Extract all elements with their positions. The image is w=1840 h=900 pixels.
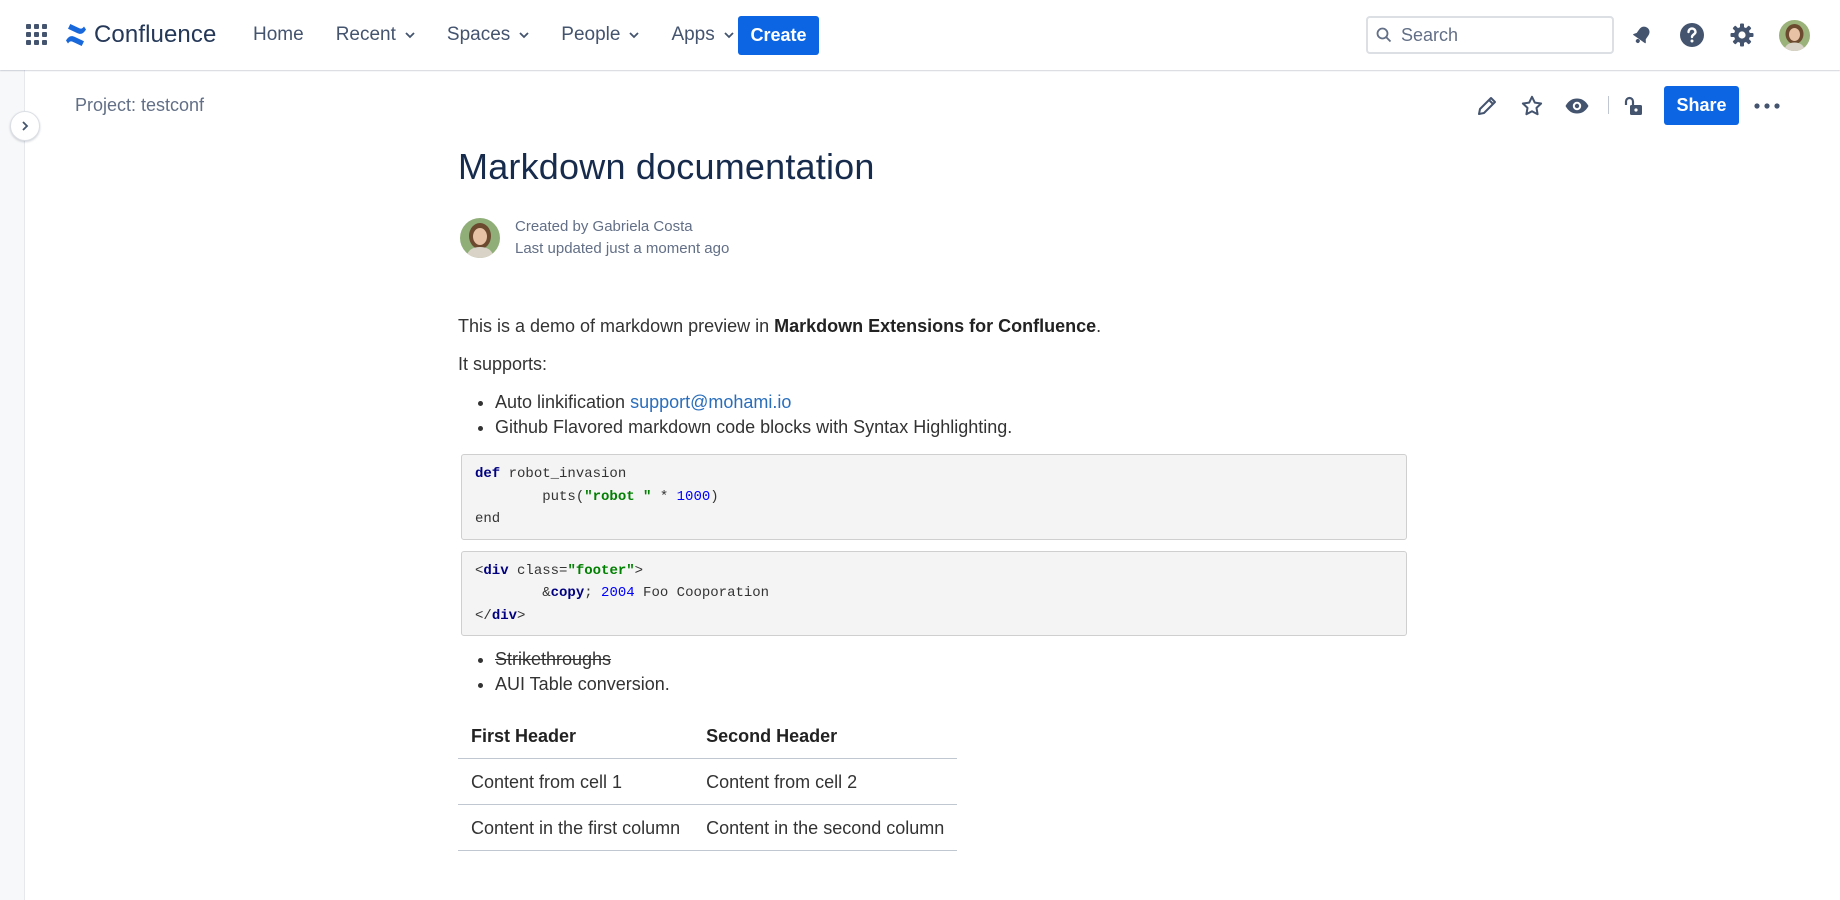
last-updated[interactable]: Last updated just a moment ago [515,238,729,260]
help-icon[interactable] [1678,21,1706,49]
content-table: First Header Second Header Content from … [458,715,958,851]
code-text: & [475,585,551,601]
list-item: Github Flavored markdown code blocks wit… [495,415,1408,440]
code-text: * [651,488,677,505]
code-text: ; [584,585,602,601]
search-icon [1376,27,1392,43]
code-text: Foo Cooporation [634,585,770,601]
created-by-prefix: Created by [515,218,593,235]
chevron-right-icon [22,121,29,131]
byline-meta: Created by Gabriela Costa Last updated j… [515,216,729,260]
expand-sidebar-button[interactable] [10,111,40,141]
logo-text: Confluence [94,21,217,48]
search-box[interactable] [1366,16,1614,54]
nav-home[interactable]: Home [253,24,304,46]
nav-people-label: People [561,24,621,45]
table-cell: Content from cell 1 [458,758,694,805]
settings-icon[interactable] [1728,21,1756,49]
email-link[interactable]: support@mohami.io [630,392,791,412]
table-header-row: First Header Second Header [458,715,958,759]
created-by: Created by Gabriela Costa [515,216,729,238]
code-text: robot_invasion [500,466,627,482]
top-navigation: Confluence Home Recent Spaces People App… [0,0,1840,70]
strikethrough-text: Strikethroughs [495,649,612,669]
code-number: 2004 [601,585,635,601]
chevron-down-icon [629,32,640,39]
confluence-logo[interactable]: Confluence [64,20,216,50]
intro-end: . [1096,316,1102,336]
list-item: Strikethroughs [495,647,1408,672]
table-row: Content in the first column Content in t… [458,804,958,851]
feature-list-2: Strikethroughs AUI Table conversion. [495,647,1408,697]
star-icon[interactable] [1518,92,1546,120]
create-button[interactable]: Create [738,16,819,55]
intro-paragraph: This is a demo of markdown preview in Ma… [458,314,1408,338]
code-text: </ [475,607,492,624]
table-header: First Header [458,715,694,759]
supports-label: It supports: [458,354,548,374]
nav-recent[interactable]: Recent [336,24,415,46]
chevron-down-icon [724,32,734,39]
code-block-html: <div class="footer"> &copy; 2004 Foo Coo… [461,550,1407,636]
restrictions-icon[interactable] [1620,92,1648,120]
breadcrumb[interactable]: Project: testconf [75,95,204,116]
primary-nav: Home Recent Spaces People Apps [253,18,766,52]
page-body: This is a demo of markdown preview in Ma… [458,314,1408,851]
code-keyword: copy [550,585,585,601]
table-row: Content from cell 1 Content from cell 2 [458,758,958,805]
watch-icon[interactable] [1563,92,1591,120]
code-text: end [475,511,501,527]
page-byline: Created by Gabriela Costa Last updated j… [458,216,1408,264]
nav-apps[interactable]: Apps [671,24,734,46]
list-item: AUI Table conversion. [495,672,1408,697]
chevron-down-icon [405,32,415,39]
edit-icon[interactable] [1473,92,1501,120]
code-text: class= [508,562,568,579]
divider [1608,96,1609,114]
intro-text: This is a demo of markdown preview in [458,316,775,336]
code-keyword: def [475,466,501,482]
code-text: ) [710,488,719,505]
profile-avatar[interactable] [1779,20,1810,51]
intro-bold: Markdown Extensions for Confluence [774,316,1097,336]
share-button[interactable]: Share [1664,86,1739,125]
nav-home-label: Home [253,24,304,45]
table-cell: Content in the second column [693,804,958,851]
chevron-down-icon [519,32,529,39]
author-link[interactable]: Gabriela Costa [593,218,693,235]
feature-list: Auto linkification support@mohami.io Git… [495,390,1408,440]
notifications-icon[interactable] [1628,21,1656,49]
list-item-text: Auto linkification [495,392,631,412]
nav-recent-label: Recent [335,24,396,45]
confluence-logo-icon [66,24,86,46]
app-switcher-icon[interactable] [26,24,48,46]
code-keyword: div [483,562,509,579]
table-cell: Content from cell 2 [693,758,958,805]
page-content: Markdown documentation Created by Gabrie… [458,140,1408,851]
list-item: Auto linkification support@mohami.io [495,390,1408,415]
code-string: "robot " [584,488,652,505]
nav-spaces-label: Spaces [446,24,511,45]
sidebar-collapsed [0,70,25,900]
nav-spaces[interactable]: Spaces [447,24,529,46]
more-icon[interactable] [1753,92,1781,120]
code-block-ruby: def robot_invasion puts("robot " * 1000)… [461,454,1407,540]
nav-people[interactable]: People [561,24,640,46]
table-header: Second Header [693,715,958,759]
code-text: puts( [475,488,585,505]
page-title: Markdown documentation [458,146,875,187]
nav-apps-label: Apps [671,24,715,45]
code-keyword: div [491,607,518,624]
search-input[interactable] [1401,24,1601,46]
author-avatar[interactable] [460,218,500,258]
code-string: "footer" [567,562,635,579]
code-text: > [634,562,644,579]
table-cell: Content in the first column [458,804,694,851]
code-text: > [517,607,526,624]
code-number: 1000 [676,488,711,505]
